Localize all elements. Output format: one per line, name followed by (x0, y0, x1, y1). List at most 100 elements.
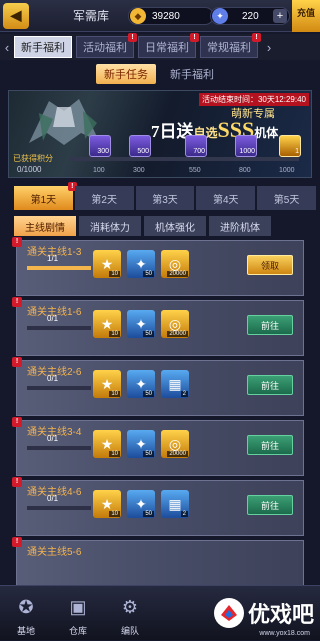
gold-value: 39280 (152, 10, 180, 22)
reward-quantity: 2 (180, 511, 188, 517)
milestone-reward[interactable]: 300 (89, 135, 111, 157)
reward-quantity: 10 (109, 511, 120, 517)
day-tab-5[interactable]: 第5天 (257, 186, 316, 210)
go-button[interactable]: 前往 (247, 495, 293, 515)
go-button[interactable]: 前往 (247, 315, 293, 335)
quest-title: 通关主线5-6 (27, 547, 82, 558)
category-main-story[interactable]: 主线剧情 (14, 216, 76, 236)
quest-card: ! 通关主线4-6 0/1 ★ 10 ✦ 50 ▦ 2 前往 (12, 477, 304, 536)
milestone-reward[interactable]: 700 (185, 135, 207, 157)
add-crystal-button[interactable]: + (273, 9, 287, 23)
tab-event-welfare[interactable]: 活动福利! (76, 33, 137, 58)
reward-quantity: 20000 (167, 331, 188, 337)
top-bar: ◀ 军需库 ◆ 39280 ✦ 220 + 充值 (0, 0, 320, 32)
go-button[interactable]: 前往 (247, 375, 293, 395)
recharge-button[interactable]: 充值 (292, 0, 320, 32)
page-title: 军需库 (73, 9, 110, 23)
category-stamina[interactable]: 消耗体力 (79, 216, 141, 236)
base-icon: ✪ (18, 596, 34, 617)
day-tab-4[interactable]: 第4天 (196, 186, 256, 210)
milestone-progress-bar (69, 157, 299, 161)
crystal-reward-icon[interactable]: ✦ 50 (127, 490, 155, 518)
tab-newbie-welfare[interactable]: 新手福利 (14, 36, 72, 58)
claim-button[interactable]: 领取 (247, 255, 293, 275)
crystal-value: 220 (242, 10, 259, 22)
nav-warehouse[interactable]: ▣ 仓库 (52, 586, 104, 641)
quest-card: ! 通关主线2-6 0/1 ★ 10 ✦ 50 ▦ 2 前往 (12, 357, 304, 416)
day-tab-2[interactable]: 第2天 (74, 186, 134, 210)
gold-coin-icon: ◆ (130, 8, 146, 24)
reward-quantity: 2 (180, 391, 188, 397)
quest-card: ! 通关主线1-3 1/1 ★ 10 ✦ 50 ◎ 20000 领取 (12, 237, 304, 296)
nav-formation[interactable]: ⚙ 编队 (104, 586, 156, 641)
reward-quantity: 20000 (167, 271, 188, 277)
tab-regular-welfare[interactable]: 常规福利! (200, 33, 261, 58)
milestone-label: 100 (93, 167, 105, 174)
supply-box-reward-icon[interactable]: ▦ 2 (161, 490, 189, 518)
quest-progress-text: 0/1 (47, 434, 59, 443)
crystal-icon: ✦ (212, 8, 228, 24)
quest-progress-text: 0/1 (47, 494, 59, 503)
notification-badge: ! (252, 33, 261, 42)
milestone-label: 1000 (279, 167, 295, 174)
medal-reward-icon[interactable]: ★ 10 (93, 310, 121, 338)
quest-progress-bar (27, 386, 91, 390)
quest-progress-text: 1/1 (47, 254, 59, 263)
score-label: 已获得积分 (13, 154, 53, 163)
gold-coin-reward-icon[interactable]: ◎ 20000 (161, 250, 189, 278)
reward-quantity: 10 (109, 271, 120, 277)
subtab-newbie-rewards[interactable]: 新手福利 (162, 64, 222, 84)
go-button[interactable]: 前往 (247, 435, 293, 455)
notification-badge: ! (128, 33, 137, 42)
reward-quantity: 50 (143, 451, 154, 457)
notification-badge: ! (12, 477, 22, 487)
nav-base[interactable]: ✪ 基地 (0, 586, 52, 641)
milestone-reward[interactable]: 500 (129, 135, 151, 157)
crystal-currency: ✦ 220 + (210, 7, 290, 25)
warehouse-icon: ▣ (69, 596, 87, 617)
reward-quantity: 10 (109, 451, 120, 457)
medal-reward-icon[interactable]: ★ 10 (93, 490, 121, 518)
event-banner: 活动结束时间：30天12:29:40 萌新专属 7日送自选SSS机体 已获得积分… (8, 90, 312, 178)
formation-icon: ⚙ (121, 596, 139, 617)
reward-quantity: 10 (109, 391, 120, 397)
notification-badge: ! (12, 537, 22, 547)
crystal-reward-icon[interactable]: ✦ 50 (127, 430, 155, 458)
medal-reward-icon[interactable]: ★ 10 (93, 430, 121, 458)
notification-badge: ! (190, 33, 199, 42)
reward-quantity: 20000 (167, 451, 188, 457)
reward-quantity: 50 (143, 511, 154, 517)
medal-reward-icon[interactable]: ★ 10 (93, 250, 121, 278)
supply-box-reward-icon[interactable]: ▦ 2 (161, 370, 189, 398)
subtab-newbie-tasks[interactable]: 新手任务 (96, 64, 156, 84)
notification-badge: ! (12, 357, 22, 367)
gold-coin-reward-icon[interactable]: ◎ 20000 (161, 430, 189, 458)
tab-row: ‹ 新手福利 活动福利! 日常福利! 常规福利! › (0, 33, 320, 60)
day-tab-3[interactable]: 第3天 (135, 186, 195, 210)
notification-badge: ! (12, 417, 22, 427)
milestone-label: 550 (189, 167, 201, 174)
milestone-reward-chest[interactable]: 1 (279, 135, 301, 157)
notification-badge: ! (12, 297, 22, 307)
prev-tab-arrow-icon[interactable]: ‹ (0, 35, 14, 59)
category-advance-mech[interactable]: 进阶机体 (209, 216, 271, 236)
reward-quantity: 50 (143, 331, 154, 337)
gold-coin-reward-icon[interactable]: ◎ 20000 (161, 310, 189, 338)
reward-quantity: 50 (143, 391, 154, 397)
crystal-reward-icon[interactable]: ✦ 50 (127, 370, 155, 398)
crystal-reward-icon[interactable]: ✦ 50 (127, 250, 155, 278)
quest-card: ! 通关主线3-4 0/1 ★ 10 ✦ 50 ◎ 20000 前往 (12, 417, 304, 476)
watermark-logo-icon (213, 598, 244, 628)
crystal-reward-icon[interactable]: ✦ 50 (127, 310, 155, 338)
milestone-reward[interactable]: 1000 (235, 135, 257, 157)
tab-daily-welfare[interactable]: 日常福利! (138, 33, 199, 58)
medal-reward-icon[interactable]: ★ 10 (93, 370, 121, 398)
category-tabs: 主线剧情 消耗体力 机体强化 进阶机体 (14, 216, 318, 236)
quest-progress-bar (27, 326, 91, 330)
next-tab-arrow-icon[interactable]: › (262, 35, 276, 59)
category-mech-upgrade[interactable]: 机体强化 (144, 216, 206, 236)
quest-progress-bar (27, 446, 91, 450)
back-button[interactable]: ◀ (3, 2, 29, 29)
day-tab-1[interactable]: 第1天! (14, 182, 77, 210)
quest-progress-bar (27, 506, 91, 510)
